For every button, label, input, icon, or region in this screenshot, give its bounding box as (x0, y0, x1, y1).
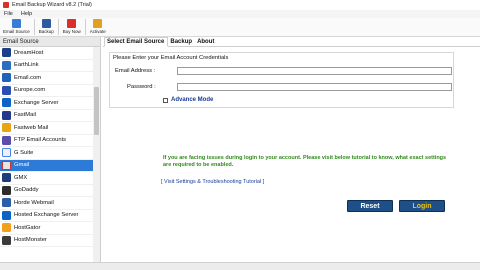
window-title: Email Backup Wizard v8.2 (Trial) (12, 2, 92, 8)
key-icon (93, 19, 103, 28)
menu-file[interactable]: File (4, 11, 13, 17)
email-label: Email Address : (115, 68, 156, 74)
tab-about[interactable]: About (195, 38, 217, 46)
sidebar-item-label: Exchange Server (14, 99, 59, 106)
credentials-legend: Please Enter your Email Account Credenti… (113, 55, 229, 61)
fastmail-icon (2, 110, 11, 120)
gmx-icon (2, 173, 11, 183)
sidebar-item-label: DreamHost (14, 49, 44, 56)
sidebar-item-email-com[interactable]: Email.com (0, 72, 93, 85)
sidebar-item-gmx[interactable]: GMX (0, 172, 93, 185)
sidebar-item-label: FastMail (14, 112, 36, 119)
sidebar-item-hostgator[interactable]: HostGator (0, 222, 93, 235)
sidebar-item-label: Hosted Exchange Server (14, 212, 79, 219)
help-message: If you are facing issues during login to… (163, 155, 447, 168)
menu-bar: File Help (0, 10, 480, 18)
europe-com-icon (2, 85, 11, 95)
sidebar-item-gmail[interactable]: Gmail (0, 159, 93, 172)
status-bar (0, 262, 480, 270)
email-source-header: Email Source (0, 37, 100, 47)
godaddy-icon (2, 185, 11, 195)
earthlink-icon (2, 60, 11, 70)
gmail-icon (2, 160, 11, 170)
sidebar-item-label: FTP Email Accounts (14, 137, 67, 144)
reset-button[interactable]: Reset (347, 200, 393, 212)
email-source-list: DreamHost EarthLink Email.com Europe.com Exc… (0, 47, 93, 247)
backup-icon (41, 19, 51, 28)
sidebar-item-label: Email.com (14, 74, 42, 81)
advance-mode-label[interactable]: Advance Mode (171, 97, 213, 103)
sidebar-item-label: Gmail (14, 162, 30, 169)
tab-backup[interactable]: Backup (168, 38, 195, 46)
backup-button[interactable]: Backup (39, 18, 54, 34)
sidebar-item-europe-com[interactable]: Europe.com (0, 85, 93, 97)
toolbar-divider (33, 19, 35, 35)
sidebar-item-godaddy[interactable]: GoDaddy (0, 185, 93, 197)
sidebar-item-horde-webmail[interactable]: Horde Webmail (0, 197, 93, 210)
tab-strip: Select Email Source Backup About (103, 37, 480, 47)
exchange-icon (2, 98, 11, 108)
hosted-exchange-icon (2, 210, 11, 220)
sidebar-item-g-suite[interactable]: G Suite (0, 147, 93, 160)
sidebar-item-label: Horde Webmail (14, 199, 54, 206)
sidebar-item-earthlink[interactable]: EarthLink (0, 60, 93, 72)
sidebar-item-hostmonster[interactable]: HostMonster (0, 235, 93, 247)
sidebar-item-label: GMX (14, 174, 28, 181)
password-label: Password : (127, 84, 156, 90)
buy-now-button[interactable]: Buy Now (63, 18, 81, 34)
sidebar-item-fastmail[interactable]: FastMail (0, 110, 93, 122)
email-source-icon (11, 19, 21, 28)
sidebar-item-label: HostMonster (14, 237, 47, 244)
advance-mode-checkbox[interactable] (163, 98, 168, 103)
app-icon (3, 2, 9, 8)
activate-button[interactable]: Activate (90, 18, 106, 34)
sidebar-item-label: HostGator (14, 224, 41, 231)
sidebar-item-label: EarthLink (14, 62, 39, 69)
sidebar-item-label: GoDaddy (14, 187, 39, 194)
gsuite-icon (2, 148, 11, 158)
main-panel: Select Email Source Backup About Please … (103, 37, 480, 262)
cart-icon (67, 19, 77, 28)
fastweb-icon (2, 123, 11, 133)
menu-help[interactable]: Help (21, 11, 32, 17)
sidebar-item-label: Europe.com (14, 87, 46, 94)
tab-select-email-source[interactable]: Select Email Source (104, 37, 169, 47)
sidebar-item-exchange-server[interactable]: Exchange Server (0, 97, 93, 110)
dreamhost-icon (2, 48, 11, 58)
email-field[interactable] (177, 67, 452, 75)
email-source-button[interactable]: Email Source (3, 18, 30, 34)
title-bar: Email Backup Wizard v8.2 (Trial) (0, 0, 480, 10)
sidebar-item-label: G Suite (14, 149, 34, 156)
sidebar-item-label: Fastweb Mail (14, 124, 49, 131)
hostgator-icon (2, 223, 11, 233)
sidebar-item-fastweb-mail[interactable]: Fastweb Mail (0, 122, 93, 135)
sidebar-item-ftp-email-accounts[interactable]: FTP Email Accounts (0, 135, 93, 147)
login-button[interactable]: Login (399, 200, 445, 212)
source-list-scrollbar[interactable] (93, 47, 100, 262)
sidebar-item-dreamhost[interactable]: DreamHost (0, 47, 93, 60)
toolbar-divider (57, 19, 59, 35)
ftp-icon (2, 135, 11, 145)
scrollbar-thumb[interactable] (94, 87, 99, 135)
email-source-panel: Email Source DreamHost EarthLink Email.com… (0, 37, 101, 262)
email-com-icon (2, 73, 11, 83)
hostmonster-icon (2, 235, 11, 245)
sidebar-item-hosted-exchange-server[interactable]: Hosted Exchange Server (0, 210, 93, 222)
horde-icon (2, 198, 11, 208)
toolbar: Email Source Backup Buy Now Activate (0, 18, 480, 37)
tutorial-link[interactable]: [ Visit Settings & Troubleshooting Tutor… (161, 179, 264, 185)
credentials-group: Please Enter your Email Account Credenti… (109, 52, 454, 108)
password-field[interactable] (177, 83, 452, 91)
toolbar-divider (84, 19, 86, 35)
